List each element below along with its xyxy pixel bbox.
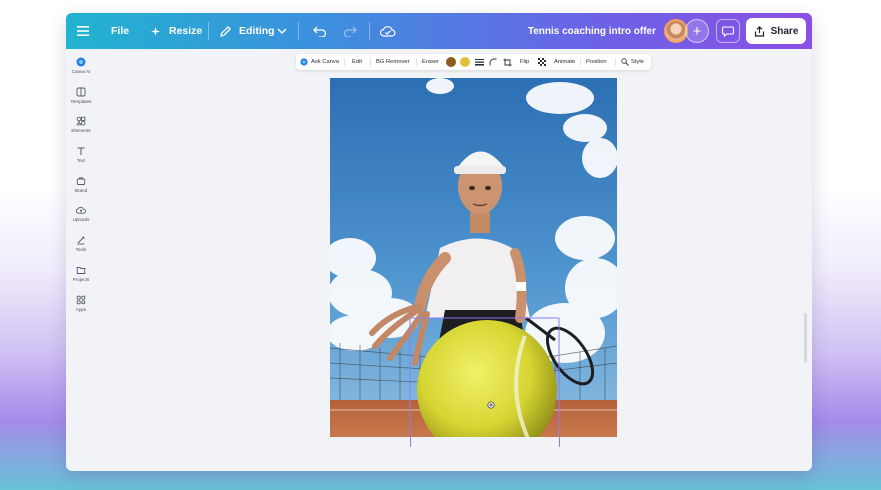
editor-window: File Resize Editing Tennis coaching intr… <box>66 13 812 471</box>
apps-icon <box>76 295 86 305</box>
resize-icon[interactable] <box>150 13 161 49</box>
style-button[interactable]: Style <box>621 54 644 70</box>
pencil-icon[interactable] <box>219 13 232 49</box>
uploads-icon <box>76 206 86 214</box>
document-title[interactable]: Tennis coaching intro offer <box>528 13 656 49</box>
file-menu[interactable]: File <box>111 13 129 49</box>
divider <box>298 22 299 40</box>
sidebar: Canva AI Templates Elements Text Brand U… <box>66 49 96 471</box>
tools-icon <box>77 236 85 245</box>
chevron-down-icon[interactable] <box>277 13 287 49</box>
brand-icon <box>76 177 86 185</box>
style-icon <box>621 58 629 66</box>
ask-canva-label: Ask Canva <box>311 59 340 65</box>
elements-icon <box>76 116 86 126</box>
ask-canva-button[interactable]: Ask Canva <box>300 54 339 70</box>
sidebar-item-templates[interactable]: Templates <box>66 87 96 104</box>
editing-mode-button[interactable]: Editing <box>239 13 275 49</box>
sidebar-item-elements[interactable]: Elements <box>66 116 96 133</box>
divider <box>370 58 371 66</box>
divider <box>615 58 616 66</box>
crop-icon[interactable] <box>503 54 512 70</box>
color-swatch-brown[interactable] <box>446 57 456 67</box>
templates-icon <box>76 87 86 97</box>
divider <box>208 22 209 40</box>
canva-ai-icon <box>76 57 86 67</box>
share-icon <box>754 25 764 37</box>
edit-button[interactable]: Edit <box>352 54 362 70</box>
flip-button[interactable]: Flip <box>520 54 529 70</box>
transparency-icon[interactable] <box>538 54 546 70</box>
position-button[interactable]: Position <box>586 54 607 70</box>
share-label: Share <box>770 25 799 37</box>
hamburger-icon[interactable] <box>77 13 89 49</box>
sidebar-item-brand[interactable]: Brand <box>66 176 96 193</box>
image-context-toolbar: Ask Canva Edit BG Remover Eraser Flip An… <box>296 54 651 70</box>
tennis-player-photo[interactable] <box>330 78 617 437</box>
style-label: Style <box>631 59 644 65</box>
sidebar-item-apps[interactable]: Apps <box>66 295 96 312</box>
resize-button[interactable]: Resize <box>169 13 202 49</box>
redo-icon[interactable] <box>343 13 357 49</box>
eraser-button[interactable]: Eraser <box>422 54 439 70</box>
add-collaborator-button[interactable]: + <box>685 19 709 43</box>
color-swatch-yellow[interactable] <box>460 57 470 67</box>
divider <box>369 22 370 40</box>
projects-icon <box>76 267 86 274</box>
text-icon <box>77 147 85 155</box>
sidebar-item-uploads[interactable]: Uploads <box>66 205 96 222</box>
undo-icon[interactable] <box>313 13 327 49</box>
divider <box>416 58 417 66</box>
vertical-scrollbar[interactable] <box>804 313 807 363</box>
comment-icon[interactable] <box>716 19 740 43</box>
sidebar-item-canva-ai[interactable]: Canva AI <box>66 57 96 74</box>
canva-ai-icon <box>300 58 308 66</box>
sidebar-item-projects[interactable]: Projects <box>66 265 96 282</box>
share-button[interactable]: Share <box>746 18 806 44</box>
design-page[interactable] <box>330 78 617 437</box>
selection-handle-right[interactable] <box>559 437 560 447</box>
bg-remover-button[interactable]: BG Remover <box>376 54 410 70</box>
line-weight-icon[interactable] <box>475 54 484 70</box>
animate-button[interactable]: Animate <box>554 54 575 70</box>
sidebar-item-text[interactable]: Text <box>66 146 96 163</box>
divider <box>344 58 345 66</box>
corner-rounding-icon[interactable] <box>489 54 497 70</box>
selection-handle-left[interactable] <box>410 437 411 447</box>
sidebar-item-tools[interactable]: Tools <box>66 235 96 252</box>
top-bar: File Resize Editing Tennis coaching intr… <box>66 13 812 49</box>
divider <box>580 58 581 66</box>
cloud-saved-icon[interactable] <box>380 13 396 49</box>
